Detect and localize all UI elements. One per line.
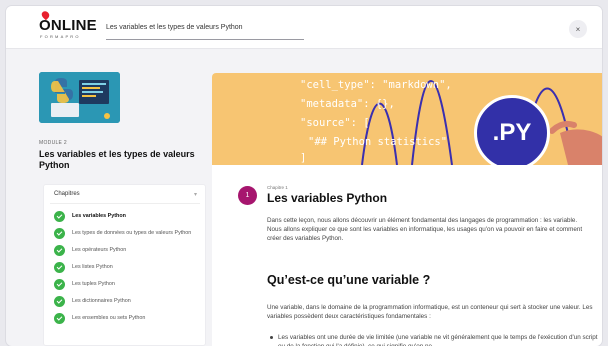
chapter-label: Les ensembles ou sets Python bbox=[72, 315, 146, 321]
chapter-item-variables[interactable]: Les variables Python bbox=[54, 211, 202, 222]
chapter-item-types[interactable]: Les types de données ou types de valeurs… bbox=[54, 228, 202, 239]
chapters-panel: Chapitres ▾ Les variables Python Les typ… bbox=[43, 184, 206, 346]
divider bbox=[50, 203, 200, 204]
module-title: Les variables et les types de valeurs Py… bbox=[39, 149, 195, 170]
lesson-banner: "cell_type": "markdown", "metadata": {},… bbox=[212, 73, 602, 165]
logo-text: ONLINE bbox=[39, 17, 97, 34]
logo-subtext: FORMAPRO bbox=[40, 34, 81, 39]
code-line: ] bbox=[300, 152, 307, 164]
chapter-item-tuples[interactable]: Les tuples Python bbox=[54, 279, 202, 290]
bullet-icon bbox=[270, 336, 273, 339]
chapter-label: Les variables Python bbox=[72, 213, 126, 219]
check-circle-icon bbox=[54, 313, 65, 324]
chapter-item-ensembles[interactable]: Les ensembles ou sets Python bbox=[54, 313, 202, 324]
code-line: "source": [ bbox=[300, 117, 370, 129]
check-circle-icon bbox=[54, 296, 65, 307]
check-circle-icon bbox=[54, 211, 65, 222]
body-paragraph: Une variable, dans le domaine de la prog… bbox=[267, 304, 593, 320]
python-file-badge: .PY bbox=[474, 95, 550, 165]
section-heading: Qu’est-ce qu’une variable ? bbox=[267, 273, 431, 287]
chapter-kicker: Chapitre 1 bbox=[267, 185, 288, 190]
chapters-heading: Chapitres bbox=[54, 191, 80, 197]
check-circle-icon bbox=[54, 228, 65, 239]
lesson-title-field: Les variables et les types de valeurs Py… bbox=[106, 18, 304, 40]
chapter-label: Les types de données ou types de valeurs… bbox=[72, 230, 192, 236]
bullet-item: Les variables ont une durée de vie limit… bbox=[278, 334, 598, 346]
module-thumbnail bbox=[39, 72, 120, 123]
chapter-item-operateurs[interactable]: Les opérateurs Python bbox=[54, 245, 202, 256]
chapter-item-dictionnaires[interactable]: Les dictionnaires Python bbox=[54, 296, 202, 307]
code-line: "cell_type": "markdown", bbox=[300, 79, 452, 91]
chevron-down-icon[interactable]: ▾ bbox=[194, 191, 197, 198]
chapter-label: Les listes Python bbox=[72, 264, 113, 270]
check-circle-icon bbox=[54, 279, 65, 290]
app-window: ONLINE FORMAPRO Les variables et les typ… bbox=[6, 6, 602, 346]
check-circle-icon bbox=[54, 262, 65, 273]
chapter-title: Les variables Python bbox=[267, 191, 388, 205]
chapter-number-badge: 1 bbox=[238, 186, 257, 205]
python-illustration-icon bbox=[39, 72, 120, 123]
module-info: MODULE 2 Les variables et les types de v… bbox=[39, 72, 207, 171]
top-bar: ONLINE FORMAPRO Les variables et les typ… bbox=[6, 6, 602, 49]
code-line: "metadata": {}, bbox=[300, 98, 395, 110]
brand-logo[interactable]: ONLINE FORMAPRO bbox=[39, 9, 99, 41]
chapter-label: Les tuples Python bbox=[72, 281, 115, 287]
module-label: MODULE 2 bbox=[39, 140, 67, 146]
lesson-card: "cell_type": "markdown", "metadata": {},… bbox=[212, 73, 602, 346]
intro-paragraph: Dans cette leçon, nous allons découvrir … bbox=[267, 217, 583, 242]
chapter-label: Les dictionnaires Python bbox=[72, 298, 131, 304]
chapters-list: Les variables Python Les types de donnée… bbox=[54, 211, 202, 330]
code-line: "## Python statistics" bbox=[308, 136, 448, 148]
chapter-label: Les opérateurs Python bbox=[72, 247, 127, 253]
check-circle-icon bbox=[54, 245, 65, 256]
badge-text: .PY bbox=[492, 119, 532, 146]
close-button[interactable]: × bbox=[569, 20, 587, 38]
close-icon: × bbox=[575, 24, 581, 34]
lesson-title: Les variables et les types de valeurs Py… bbox=[106, 24, 243, 31]
chapter-item-listes[interactable]: Les listes Python bbox=[54, 262, 202, 273]
